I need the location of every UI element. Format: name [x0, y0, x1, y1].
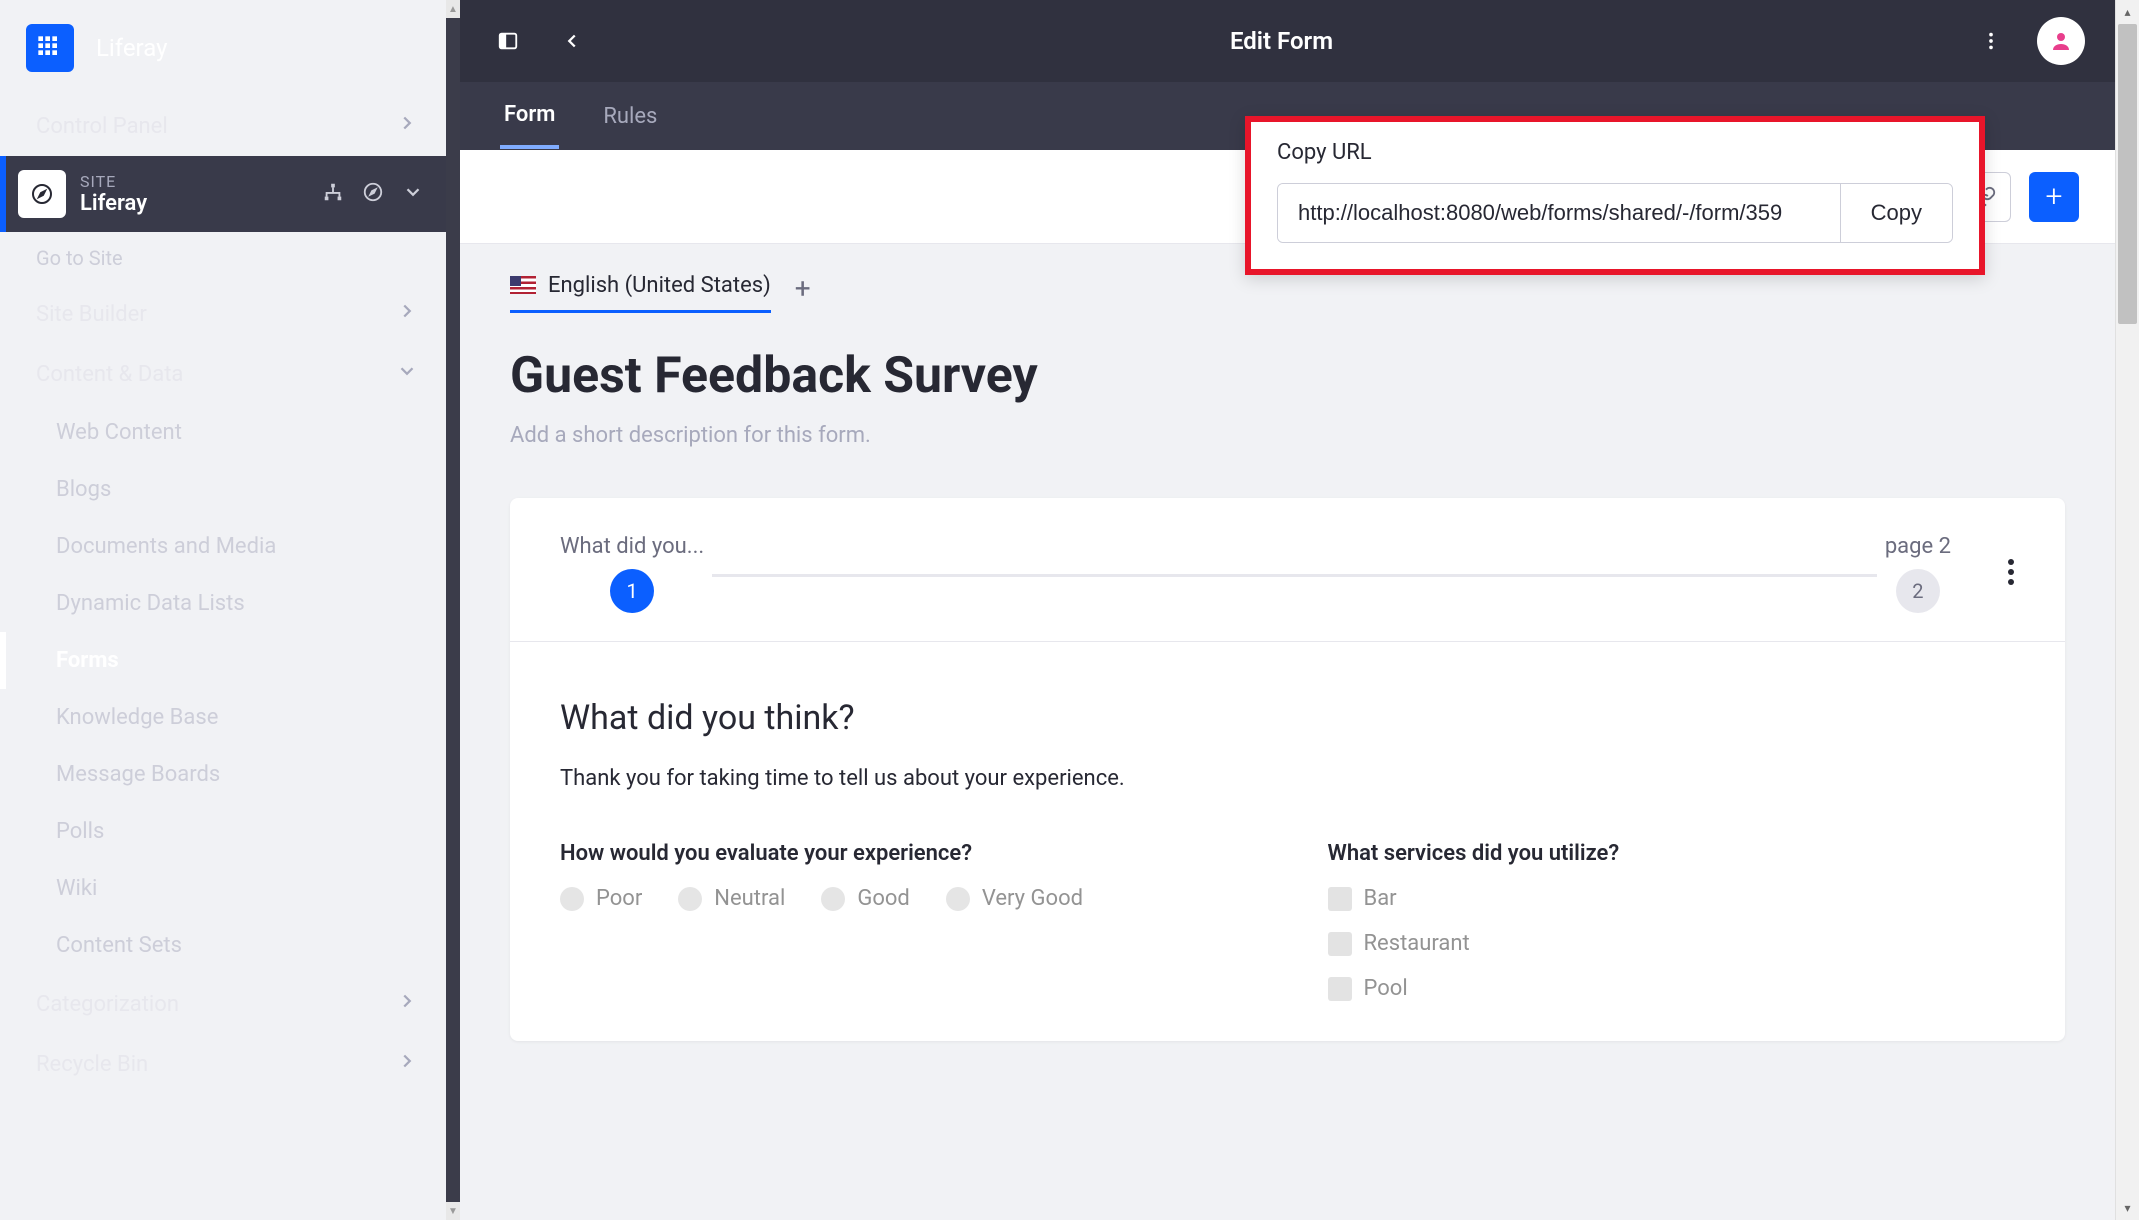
question-services[interactable]: What services did you utilize? Bar Resta…: [1328, 841, 2016, 1001]
chevron-right-icon: [396, 300, 418, 328]
sidebar-go-to-site[interactable]: Go to Site: [0, 232, 446, 284]
sidebar-item-web-content[interactable]: Web Content: [0, 404, 446, 461]
chevron-right-icon: [396, 112, 418, 140]
sidebar-site-builder[interactable]: Site Builder: [0, 284, 446, 344]
sidebar-site-selector[interactable]: SITE Liferay: [0, 156, 446, 232]
brand-name: Liferay: [96, 34, 167, 62]
radio-icon: [678, 887, 702, 911]
language-label: English (United States): [548, 273, 771, 298]
add-button[interactable]: +: [2029, 172, 2079, 222]
question-label: What services did you utilize?: [1328, 841, 2016, 866]
toggle-sidebar-icon[interactable]: [490, 23, 526, 59]
brand-logo-icon: [26, 24, 74, 72]
pager-dot-2[interactable]: 2: [1896, 569, 1940, 613]
sidebar-label: Categorization: [36, 992, 179, 1017]
chevron-right-icon: [396, 1050, 418, 1078]
pager-page-2[interactable]: page 2 2: [1885, 534, 1951, 613]
sidebar-recycle-bin[interactable]: Recycle Bin: [0, 1034, 446, 1094]
sidebar-scrollbar[interactable]: ▲ ▼: [446, 0, 460, 1220]
tab-form[interactable]: Form: [500, 84, 559, 149]
chevron-right-icon: [396, 990, 418, 1018]
window-scrollbar[interactable]: ▴ ▾: [2115, 0, 2139, 1220]
sidebar-item-documents[interactable]: Documents and Media: [0, 518, 446, 575]
user-avatar[interactable]: [2037, 17, 2085, 65]
sidebar-label: Site Builder: [36, 302, 147, 327]
sidebar-content-data[interactable]: Content & Data: [0, 344, 446, 404]
form-title[interactable]: Guest Feedback Survey: [510, 347, 2065, 405]
checkbox-option[interactable]: Pool: [1328, 976, 2016, 1001]
copy-url-popover: Copy URL Copy: [1245, 116, 1985, 275]
pager-dot-1[interactable]: 1: [610, 569, 654, 613]
kebab-menu-icon[interactable]: [1973, 23, 2009, 59]
tab-rules[interactable]: Rules: [599, 86, 661, 147]
checkbox-option[interactable]: Bar: [1328, 886, 2016, 911]
checkbox-icon: [1328, 887, 1352, 911]
add-language-button[interactable]: +: [795, 272, 811, 313]
question-evaluate[interactable]: How would you evaluate your experience? …: [560, 841, 1248, 1001]
pager-page-1[interactable]: What did you... 1: [560, 534, 704, 613]
pager-kebab-icon[interactable]: [2007, 558, 2015, 590]
sidebar-item-knowledge-base[interactable]: Knowledge Base: [0, 689, 446, 746]
sidebar-item-wiki[interactable]: Wiki: [0, 860, 446, 917]
language-tab-en-us[interactable]: English (United States): [510, 273, 771, 313]
sidebar-label: Recycle Bin: [36, 1052, 148, 1077]
copy-url-title: Copy URL: [1277, 140, 1953, 165]
compass-icon: [18, 170, 66, 218]
radio-icon: [821, 887, 845, 911]
sidebar-item-content-sets[interactable]: Content Sets: [0, 917, 446, 974]
sidebar-item-blogs[interactable]: Blogs: [0, 461, 446, 518]
radio-option[interactable]: Poor: [560, 886, 642, 911]
scroll-thumb[interactable]: [2118, 24, 2137, 324]
form-pager: What did you... 1 page 2 2: [510, 498, 2065, 642]
flag-us-icon: [510, 276, 536, 294]
form-card: What did you... 1 page 2 2 What did you …: [510, 498, 2065, 1041]
copy-url-input[interactable]: [1278, 184, 1840, 242]
pager-label: page 2: [1885, 534, 1951, 559]
sidebar-label: Control Panel: [36, 114, 168, 139]
sidebar-item-forms[interactable]: Forms: [0, 632, 446, 689]
site-name: Liferay: [80, 191, 308, 216]
sidebar-categorization[interactable]: Categorization: [0, 974, 446, 1034]
page-subtitle[interactable]: Thank you for taking time to tell us abo…: [560, 766, 2015, 791]
scroll-up-icon[interactable]: ▴: [2116, 0, 2139, 24]
sidebar-item-dynamic-data-lists[interactable]: Dynamic Data Lists: [0, 575, 446, 632]
radio-icon: [560, 887, 584, 911]
scroll-down-icon[interactable]: ▾: [2116, 1196, 2139, 1220]
page-heading[interactable]: What did you think?: [560, 698, 2015, 738]
site-label: SITE: [80, 172, 308, 191]
chevron-down-icon[interactable]: [402, 181, 424, 207]
page-title: Edit Form: [618, 27, 1945, 55]
sidebar-item-message-boards[interactable]: Message Boards: [0, 746, 446, 803]
topbar: Edit Form: [460, 0, 2115, 82]
radio-option[interactable]: Good: [821, 886, 910, 911]
compass-small-icon[interactable]: [362, 181, 384, 207]
sidebar-item-polls[interactable]: Polls: [0, 803, 446, 860]
copy-button[interactable]: Copy: [1840, 184, 1952, 242]
radio-icon: [946, 887, 970, 911]
brand[interactable]: Liferay: [0, 0, 446, 96]
back-icon[interactable]: [554, 23, 590, 59]
chevron-down-icon: [396, 360, 418, 388]
sidebar-label: Content & Data: [36, 362, 183, 387]
sitemap-icon[interactable]: [322, 181, 344, 207]
radio-option[interactable]: Very Good: [946, 886, 1083, 911]
checkbox-option[interactable]: Restaurant: [1328, 931, 2016, 956]
pager-label: What did you...: [560, 534, 704, 559]
form-description-placeholder[interactable]: Add a short description for this form.: [510, 423, 2065, 448]
checkbox-icon: [1328, 977, 1352, 1001]
checkbox-icon: [1328, 932, 1352, 956]
scroll-up-icon[interactable]: ▲: [446, 0, 460, 18]
radio-option[interactable]: Neutral: [678, 886, 785, 911]
pager-line: [712, 574, 1877, 577]
sidebar-control-panel[interactable]: Control Panel: [0, 96, 446, 156]
question-label: How would you evaluate your experience?: [560, 841, 1248, 866]
scroll-down-icon[interactable]: ▼: [446, 1202, 460, 1220]
